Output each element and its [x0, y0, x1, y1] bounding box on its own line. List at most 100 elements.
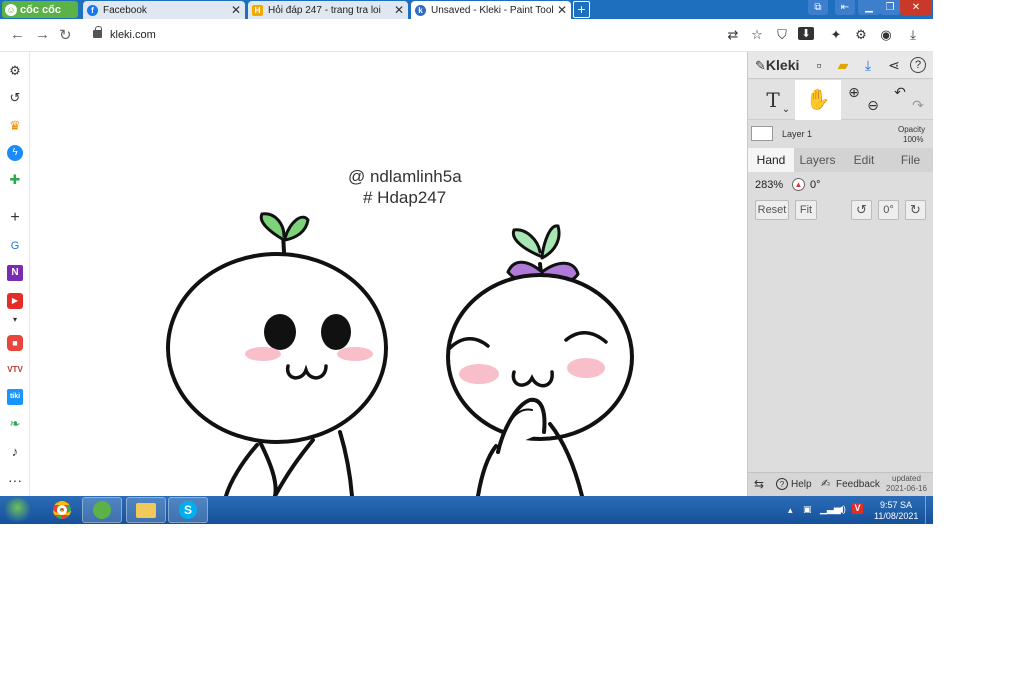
- help-link[interactable]: Help: [791, 479, 812, 490]
- help-circle-icon[interactable]: ?: [776, 478, 788, 490]
- fit-button[interactable]: Fit: [795, 200, 817, 220]
- forward-arrow-icon[interactable]: →: [35, 26, 50, 43]
- taskbar-explorer[interactable]: [126, 497, 166, 523]
- swap-side-icon[interactable]: ⇆: [754, 477, 764, 491]
- tab-facebook[interactable]: f Facebook ✕: [83, 1, 245, 19]
- tab-edit[interactable]: Edit: [841, 148, 887, 172]
- onenote-icon[interactable]: N: [7, 265, 23, 281]
- taskbar-coccoc[interactable]: [82, 497, 122, 523]
- tray-expand-icon[interactable]: ▴: [788, 505, 793, 516]
- coccoc-menu-button[interactable]: ☺ cốc cốc: [2, 1, 78, 18]
- reload-icon[interactable]: ↻: [59, 26, 72, 44]
- tiki-icon[interactable]: tiki: [7, 389, 23, 405]
- open-folder-icon[interactable]: ▰: [834, 56, 852, 74]
- left-character: [166, 212, 388, 496]
- windows-taskbar: S ▴ ▣ ▁▃▅ ◀) V 9:57 SA 11/08/2021: [0, 496, 933, 524]
- downloads-icon[interactable]: ⤓: [905, 27, 921, 43]
- zoom-readout: 283%: [755, 179, 784, 191]
- new-tab-button[interactable]: +: [573, 1, 590, 18]
- tab-hoidap[interactable]: H Hỏi đáp 247 - trang tra loi ✕: [248, 1, 408, 19]
- youtube-icon[interactable]: ▶: [7, 293, 23, 309]
- google-translate-icon[interactable]: G: [7, 238, 23, 254]
- show-desktop-button[interactable]: [925, 496, 933, 524]
- close-tab-icon[interactable]: ✕: [556, 3, 568, 17]
- clock-time[interactable]: 9:57 SA: [880, 500, 912, 510]
- zoom-in-icon[interactable]: ⊕: [844, 80, 864, 120]
- drawing-artwork: [166, 212, 634, 496]
- opacity-label: Opacity: [898, 125, 926, 134]
- shopee-icon[interactable]: ■: [7, 335, 23, 351]
- rotate-right-icon[interactable]: ↻: [905, 200, 926, 220]
- clock-date[interactable]: 11/08/2021: [874, 511, 918, 521]
- close-tab-icon[interactable]: ✕: [393, 3, 405, 17]
- bookmark-star-icon[interactable]: ☆: [749, 27, 765, 43]
- add-icon[interactable]: +: [7, 210, 23, 226]
- crown-icon[interactable]: ♛: [7, 118, 23, 134]
- rotation-reset-button[interactable]: 0°: [878, 200, 899, 220]
- undo-icon[interactable]: ↶: [890, 80, 910, 120]
- kleki-icon: k: [415, 4, 426, 16]
- rotation-readout: 0°: [810, 179, 821, 191]
- redo-icon[interactable]: ↷: [908, 80, 928, 120]
- share-icon[interactable]: ⋖: [885, 56, 903, 74]
- rotate-left-icon[interactable]: ↺: [851, 200, 872, 220]
- extensions-puzzle-icon[interactable]: ✦: [828, 27, 844, 43]
- kleki-logo-label: Kleki: [765, 57, 800, 73]
- feedback-link[interactable]: Feedback: [836, 479, 880, 490]
- vtv-icon[interactable]: VTV: [7, 362, 23, 378]
- chevron-down-icon[interactable]: ▾: [7, 312, 23, 328]
- taskbar-skype[interactable]: S: [168, 497, 208, 523]
- messenger-icon[interactable]: ϟ: [7, 145, 23, 161]
- start-button[interactable]: [3, 498, 32, 522]
- save-download-icon[interactable]: ⤓: [859, 56, 877, 74]
- maximize-button[interactable]: ❐: [880, 0, 900, 15]
- screenshot-icon[interactable]: ⧉: [808, 0, 828, 15]
- folder-icon: [136, 502, 156, 518]
- adblock-shield-icon[interactable]: ⛉: [774, 27, 790, 43]
- tray-device-icon[interactable]: ▣: [803, 504, 812, 515]
- tab-hand[interactable]: Hand: [748, 148, 794, 172]
- help-icon[interactable]: ?: [910, 57, 926, 73]
- game-controller-icon[interactable]: ✚: [7, 172, 23, 188]
- more-icon[interactable]: ···: [7, 472, 23, 488]
- back-arrow-icon[interactable]: ←: [10, 26, 25, 43]
- history-icon[interactable]: ↺: [7, 90, 23, 106]
- close-window-button[interactable]: ✕: [900, 0, 932, 15]
- right-character: [446, 224, 634, 496]
- url-field[interactable]: kleki.com: [110, 29, 156, 41]
- browser-sidebar: ⚙ ↺ ♛ ϟ ✚ + G N ▶ ▾ ■ VTV tiki ❧ ♪ ···: [0, 52, 30, 496]
- taskbar-chrome[interactable]: [42, 497, 82, 523]
- tab-title: Facebook: [103, 4, 147, 16]
- gear-icon[interactable]: ⚙: [7, 63, 23, 79]
- drawing-canvas[interactable]: @ ndlamlinh5a # Hdap247: [30, 52, 747, 496]
- account-icon[interactable]: ◉: [878, 27, 894, 43]
- zoom-out-icon[interactable]: ⊖: [864, 80, 882, 120]
- layer-thumbnail: [751, 126, 773, 141]
- volume-icon[interactable]: ◀): [836, 504, 846, 515]
- coccoc-logo-icon: ☺: [5, 3, 17, 16]
- tab-title: Unsaved - Kleki - Paint Tool: [431, 4, 554, 16]
- settings-gear-icon[interactable]: ⚙: [853, 27, 869, 43]
- tab-layers[interactable]: Layers: [794, 148, 841, 172]
- minimize-button[interactable]: ▁: [858, 0, 880, 15]
- reset-button[interactable]: Reset: [755, 200, 789, 220]
- hand-tool-icon[interactable]: ✋: [795, 80, 841, 120]
- download-box-icon[interactable]: ⬇: [798, 27, 814, 40]
- tab-title: Hỏi đáp 247 - trang tra loi: [268, 4, 381, 16]
- kleki-topbar: ✎Kleki ▫ ▰ ⤓ ⋖ ?: [748, 52, 933, 79]
- layer-row[interactable]: Layer 1 Opacity 100%: [748, 121, 933, 148]
- updated-label: updated: [892, 474, 921, 483]
- tab-file[interactable]: File: [887, 148, 933, 172]
- feedback-icon[interactable]: ✍: [821, 477, 830, 490]
- kleki-logo[interactable]: ✎Kleki: [755, 57, 799, 74]
- tab-kleki[interactable]: k Unsaved - Kleki - Paint Tool ✕: [411, 1, 571, 19]
- close-tab-icon[interactable]: ✕: [230, 3, 242, 17]
- notification-bell-icon[interactable]: ♪: [7, 444, 23, 460]
- new-file-icon[interactable]: ▫: [810, 56, 828, 74]
- back-to-tab-icon[interactable]: ⇤: [835, 0, 855, 15]
- browser-tab-bar: ☺ cốc cốc f Facebook ✕ H Hỏi đáp 247 - t…: [0, 0, 933, 19]
- leaf-icon[interactable]: ❧: [7, 416, 23, 432]
- brand-label: cốc cốc: [20, 3, 61, 16]
- vietkey-icon[interactable]: V: [852, 503, 863, 514]
- translate-icon[interactable]: ⇄: [725, 27, 741, 43]
